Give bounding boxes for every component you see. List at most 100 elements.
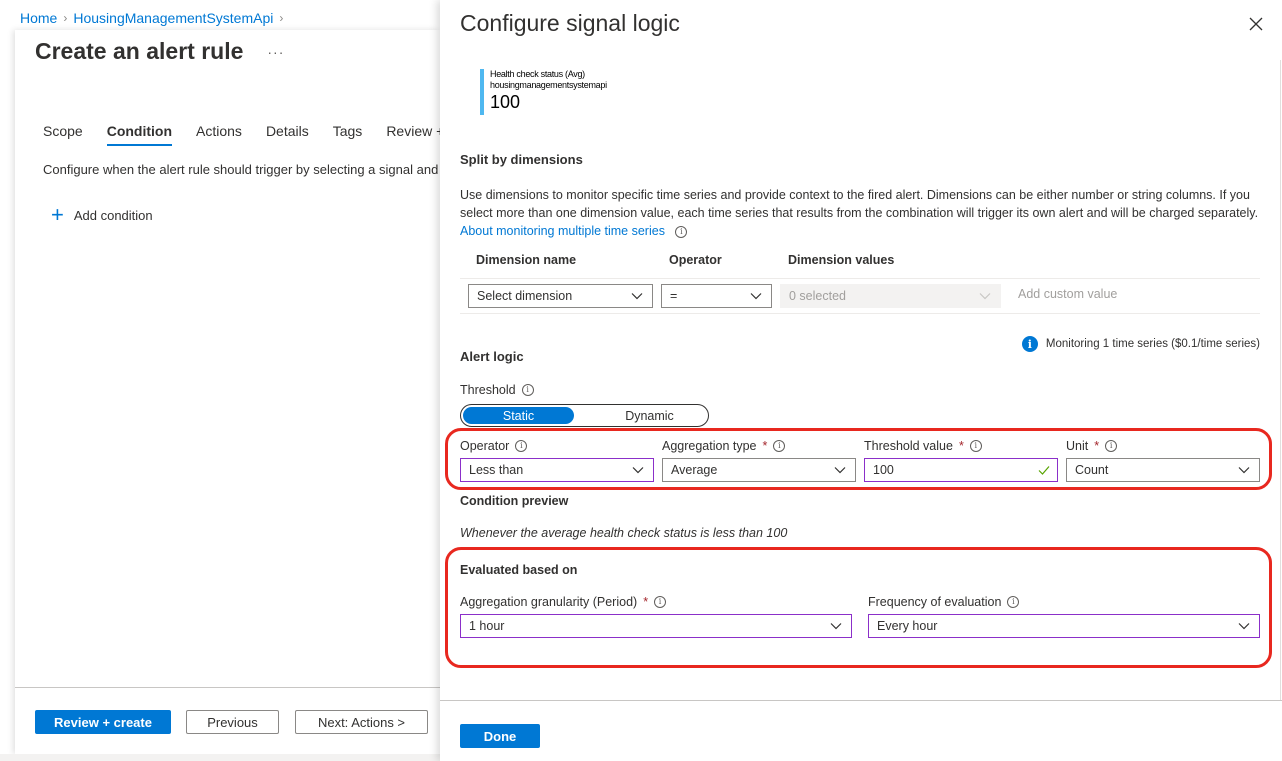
tab-details[interactable]: Details <box>266 122 321 148</box>
chevron-down-icon <box>750 293 762 300</box>
required-mark: * <box>643 595 649 609</box>
create-alert-rule-blade: Create an alert rule ··· Scope Condition… <box>15 30 444 754</box>
info-icon[interactable]: i <box>969 440 982 452</box>
blade-footer: Review + create Previous Next: Actions > <box>15 687 440 754</box>
threshold-value-input[interactable]: 100 <box>864 458 1058 482</box>
dimension-name-dropdown[interactable]: Select dimension <box>468 284 653 308</box>
dimension-values-dropdown[interactable]: 0 selected <box>780 284 1001 308</box>
alert-logic-heading: Alert logic <box>460 349 524 364</box>
configure-signal-logic-panel: Configure signal logic Health check stat… <box>440 0 1282 761</box>
column-dimension-values: Dimension values <box>788 253 895 267</box>
chevron-down-icon <box>632 467 644 474</box>
blade-header: Create an alert rule ··· <box>35 38 284 65</box>
info-icon[interactable]: i <box>654 596 667 608</box>
signal-value: 100 <box>490 92 521 112</box>
frequency-value: Every hour <box>877 619 938 633</box>
panel-title: Configure signal logic <box>460 10 680 36</box>
split-paragraph-text: Use dimensions to monitor specific time … <box>460 188 1259 220</box>
add-custom-value-input[interactable]: Add custom value <box>1018 287 1117 301</box>
info-icon[interactable]: i <box>675 225 688 238</box>
signal-name: Health check status (Avg) <box>490 69 585 79</box>
chevron-right-icon: › <box>279 11 284 25</box>
tab-actions[interactable]: Actions <box>196 122 254 148</box>
aggregation-type-value: Average <box>671 463 718 477</box>
unit-dropdown[interactable]: Count <box>1066 458 1260 482</box>
previous-button[interactable]: Previous <box>186 710 279 734</box>
unit-value: Count <box>1075 463 1109 477</box>
add-condition-button[interactable]: + Add condition <box>51 202 153 227</box>
unit-label-text: Unit <box>1066 439 1089 453</box>
info-icon[interactable]: i <box>1007 596 1020 608</box>
dimension-name-value: Select dimension <box>477 289 573 303</box>
unit-label: Unit * i <box>1066 439 1118 453</box>
bottom-strip <box>0 754 440 761</box>
aggregation-type-label: Aggregation type * i <box>662 439 786 453</box>
granularity-label-text: Aggregation granularity (Period) <box>460 595 638 609</box>
column-dimension-name: Dimension name <box>476 253 577 267</box>
review-create-button[interactable]: Review + create <box>35 710 171 734</box>
operator-value: Less than <box>469 463 524 477</box>
threshold-dynamic-option[interactable]: Dynamic <box>594 407 705 424</box>
breadcrumb-resource[interactable]: HousingManagementSystemApi <box>73 10 273 26</box>
required-mark: * <box>762 439 768 453</box>
monitoring-note-text: Monitoring 1 time series ($0.1/time seri… <box>1045 338 1260 350</box>
next-actions-button[interactable]: Next: Actions > <box>295 710 428 734</box>
signal-tile: Health check status (Avg) housingmanagem… <box>480 69 607 115</box>
breadcrumb-home[interactable]: Home <box>20 10 57 26</box>
more-options-icon[interactable]: ··· <box>267 44 284 60</box>
dimension-operator-dropdown[interactable]: = <box>661 284 772 308</box>
chevron-down-icon <box>1238 467 1250 474</box>
condition-preview-heading: Condition preview <box>460 494 569 508</box>
threshold-label-text: Threshold <box>460 383 516 397</box>
column-operator: Operator <box>669 253 722 267</box>
add-condition-label: Add condition <box>73 207 153 223</box>
info-icon[interactable]: i <box>1105 440 1118 452</box>
divider <box>460 278 1260 279</box>
operator-label-text: Operator <box>460 439 510 453</box>
frequency-label-text: Frequency of evaluation <box>868 595 1002 609</box>
chevron-down-icon <box>631 293 643 300</box>
frequency-dropdown[interactable]: Every hour <box>868 614 1260 638</box>
breadcrumb: Home › HousingManagementSystemApi › <box>20 10 283 26</box>
checkmark-icon <box>1038 466 1050 475</box>
threshold-label: Threshold i <box>460 383 534 397</box>
condition-description: Configure when the alert rule should tri… <box>43 162 439 177</box>
info-icon[interactable]: i <box>515 440 528 452</box>
done-button[interactable]: Done <box>460 724 540 748</box>
info-icon[interactable]: i <box>521 384 534 396</box>
aggregation-type-label-text: Aggregation type <box>662 439 757 453</box>
split-dimensions-heading: Split by dimensions <box>460 152 583 167</box>
threshold-value-label: Threshold value * i <box>864 439 982 453</box>
panel-footer-divider <box>440 700 1282 701</box>
threshold-toggle: Static Dynamic <box>460 404 709 427</box>
chevron-down-icon <box>979 293 991 300</box>
tab-condition[interactable]: Condition <box>106 122 184 148</box>
plus-icon: + <box>51 202 64 227</box>
required-mark: * <box>958 439 964 453</box>
chevron-down-icon <box>830 623 842 630</box>
info-filled-icon: i <box>1021 336 1038 352</box>
granularity-dropdown[interactable]: 1 hour <box>460 614 852 638</box>
required-mark: * <box>1094 439 1100 453</box>
page-title: Create an alert rule <box>35 38 244 64</box>
operator-dropdown[interactable]: Less than <box>460 458 654 482</box>
condition-preview-text: Whenever the average health check status… <box>460 526 788 540</box>
tab-scope[interactable]: Scope <box>43 122 95 148</box>
granularity-value: 1 hour <box>469 619 505 633</box>
aggregation-type-dropdown[interactable]: Average <box>662 458 856 482</box>
granularity-label: Aggregation granularity (Period) * i <box>460 595 667 609</box>
panel-scrollbar[interactable] <box>1280 60 1281 700</box>
chevron-down-icon <box>834 467 846 474</box>
about-monitoring-link[interactable]: About monitoring multiple time series <box>460 224 665 238</box>
threshold-static-option[interactable]: Static <box>463 407 574 424</box>
chevron-down-icon <box>1238 623 1250 630</box>
tab-tags[interactable]: Tags <box>333 122 375 148</box>
threshold-value: 100 <box>873 463 894 477</box>
dimension-operator-value: = <box>670 289 678 303</box>
info-icon[interactable]: i <box>773 440 786 452</box>
close-icon[interactable] <box>1246 14 1266 34</box>
monitoring-note: i Monitoring 1 time series ($0.1/time se… <box>1021 336 1260 352</box>
threshold-value-label-text: Threshold value <box>864 439 953 453</box>
frequency-label: Frequency of evaluation i <box>868 595 1020 609</box>
divider <box>460 313 1260 314</box>
